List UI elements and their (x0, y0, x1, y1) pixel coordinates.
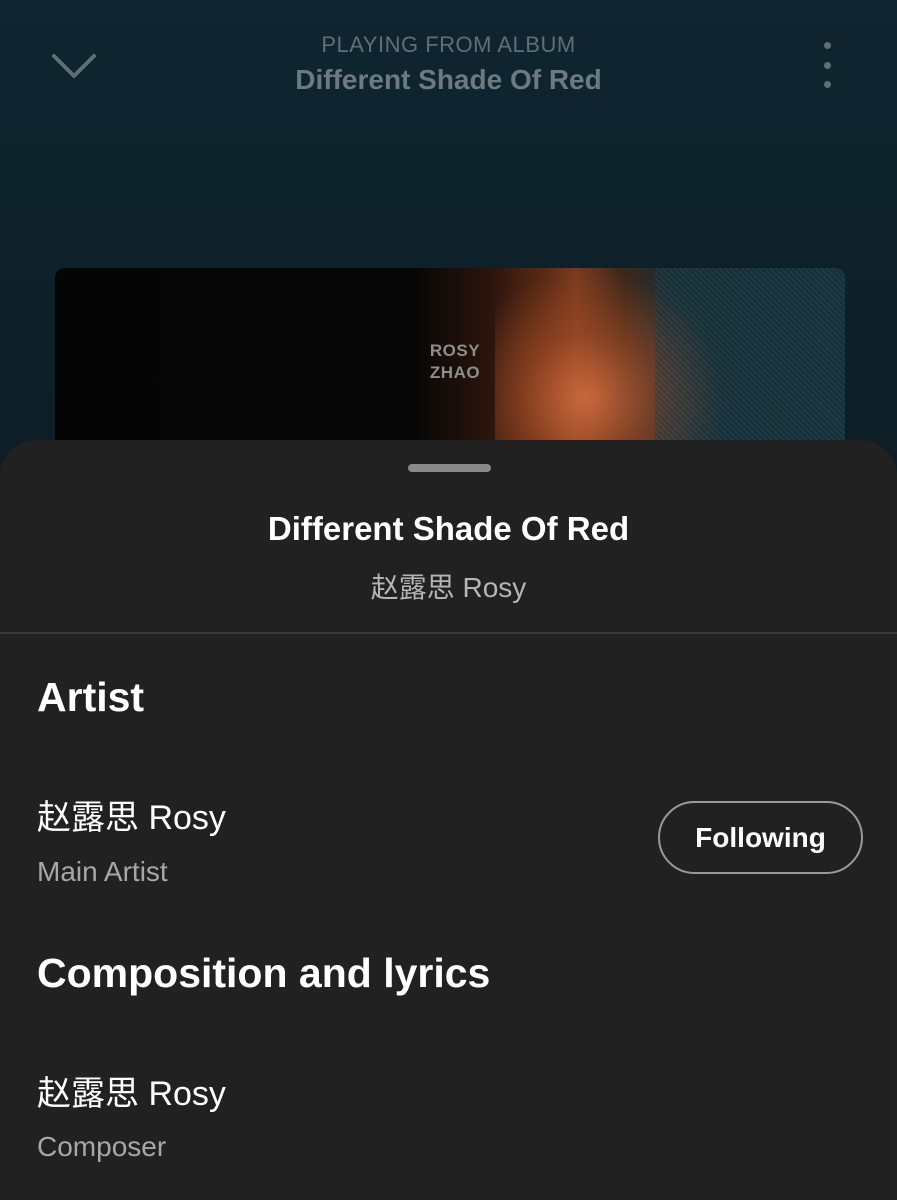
section-heading-composition: Composition and lyrics (37, 950, 491, 996)
section-heading-artist: Artist (37, 674, 145, 720)
credit-name[interactable]: 赵露思 Rosy (37, 1066, 226, 1115)
credit-role: Composer (37, 1131, 167, 1162)
player-header: PLAYING FROM ALBUM Different Shade Of Re… (0, 0, 897, 140)
following-button[interactable]: Following (658, 801, 863, 874)
divider (0, 632, 897, 634)
playing-from-label: PLAYING FROM ALBUM (321, 32, 576, 57)
song-title: Different Shade Of Red (267, 510, 630, 547)
credit-name[interactable]: 赵露思 Rosy (37, 790, 226, 839)
cover-text: ROSY ZHAO (429, 341, 481, 382)
more-options-button[interactable] (812, 40, 842, 90)
drag-handle[interactable] (408, 464, 491, 472)
album-name[interactable]: Different Shade Of Red (0, 64, 897, 96)
credit-role: Main Artist (37, 856, 168, 887)
song-artist[interactable]: 赵露思 Rosy (0, 566, 897, 606)
credits-sheet: Different Shade Of Red 赵露思 Rosy Artist 赵… (0, 440, 897, 1200)
header-text: PLAYING FROM ALBUM Different Shade Of Re… (0, 32, 897, 96)
cover-artist-text: ROSY ZHAO (415, 340, 495, 384)
more-vertical-icon (823, 42, 831, 49)
